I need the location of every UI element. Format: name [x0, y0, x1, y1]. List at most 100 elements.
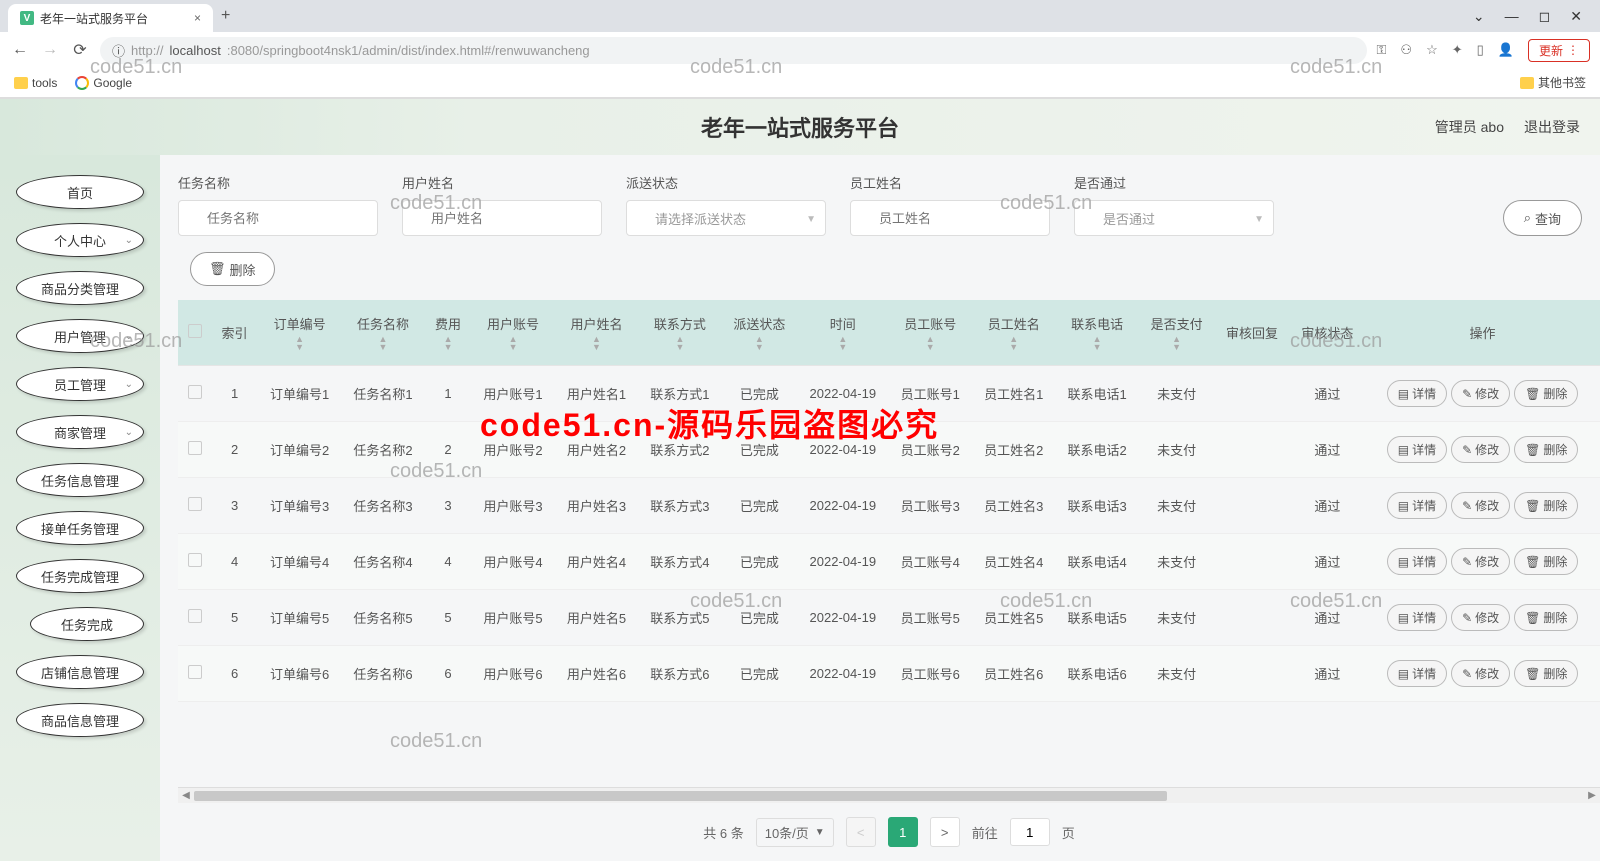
- star-icon[interactable]: ☆: [1426, 42, 1438, 58]
- column-header[interactable]: 任务名称▲▼: [341, 300, 424, 366]
- row-delete-button[interactable]: 🗑删除: [1514, 380, 1578, 407]
- reload-icon[interactable]: ⟳: [70, 40, 90, 60]
- horizontal-scrollbar[interactable]: ◀ ▶: [178, 787, 1600, 803]
- column-header[interactable]: 派送状态▲▼: [722, 300, 797, 366]
- page-size-select[interactable]: 10条/页▼: [756, 818, 834, 847]
- logout-link[interactable]: 退出登录: [1524, 117, 1580, 137]
- sidebar-item[interactable]: 个人中心⌄: [16, 223, 144, 257]
- detail-button[interactable]: ▤详情: [1387, 548, 1447, 575]
- edit-button[interactable]: ✎修改: [1451, 604, 1510, 631]
- pass-select[interactable]: 是否通过: [1074, 200, 1274, 236]
- close-window-icon[interactable]: ✕: [1570, 8, 1582, 25]
- goto-page-input[interactable]: [1010, 818, 1050, 846]
- column-header[interactable]: 审核状态: [1290, 300, 1365, 366]
- detail-button[interactable]: ▤详情: [1387, 604, 1447, 631]
- browser-tab[interactable]: V 老年一站式服务平台 ×: [8, 4, 213, 32]
- sort-icon[interactable]: ▲▼: [479, 335, 546, 351]
- row-checkbox[interactable]: [188, 385, 202, 399]
- sort-icon[interactable]: ▲▼: [1147, 335, 1206, 351]
- row-delete-button[interactable]: 🗑删除: [1514, 436, 1578, 463]
- detail-button[interactable]: ▤详情: [1387, 436, 1447, 463]
- edit-button[interactable]: ✎修改: [1451, 548, 1510, 575]
- sort-icon[interactable]: ▲▼: [563, 335, 630, 351]
- panel-icon[interactable]: ▯: [1477, 42, 1484, 58]
- detail-button[interactable]: ▤详情: [1387, 380, 1447, 407]
- task-name-input[interactable]: [178, 200, 378, 236]
- key-icon[interactable]: ⚿: [1377, 42, 1387, 58]
- edit-button[interactable]: ✎修改: [1451, 492, 1510, 519]
- maximize-icon[interactable]: ◻: [1539, 8, 1551, 25]
- sort-icon[interactable]: ▲▼: [1063, 335, 1130, 351]
- scrollbar-thumb[interactable]: [194, 791, 1167, 801]
- column-header[interactable]: 员工账号▲▼: [889, 300, 972, 366]
- delete-button[interactable]: 🗑删除: [190, 252, 275, 286]
- row-checkbox[interactable]: [188, 553, 202, 567]
- emp-name-input[interactable]: [850, 200, 1050, 236]
- column-header[interactable]: 是否支付▲▼: [1139, 300, 1214, 366]
- edit-button[interactable]: ✎修改: [1451, 660, 1510, 687]
- column-header[interactable]: 用户账号▲▼: [471, 300, 554, 366]
- sidebar-item[interactable]: 商家管理⌄: [16, 415, 144, 449]
- column-header[interactable]: 审核回复: [1214, 300, 1289, 366]
- close-tab-icon[interactable]: ×: [194, 11, 201, 25]
- edit-button[interactable]: ✎修改: [1451, 436, 1510, 463]
- row-checkbox[interactable]: [188, 441, 202, 455]
- sidebar-item[interactable]: 商品分类管理: [16, 271, 144, 305]
- sort-icon[interactable]: ▲▼: [805, 335, 880, 351]
- edit-button[interactable]: ✎修改: [1451, 380, 1510, 407]
- sidebar-item[interactable]: 用户管理⌄: [16, 319, 144, 353]
- translate-icon[interactable]: ⚇: [1400, 42, 1412, 58]
- query-button[interactable]: ⌕查询: [1503, 200, 1582, 236]
- detail-button[interactable]: ▤详情: [1387, 492, 1447, 519]
- next-page-button[interactable]: >: [930, 817, 960, 847]
- update-button[interactable]: 更新 ⋮: [1528, 39, 1590, 62]
- prev-page-button[interactable]: <: [846, 817, 876, 847]
- user-name-input[interactable]: [402, 200, 602, 236]
- sort-icon[interactable]: ▲▼: [897, 335, 964, 351]
- sidebar-item[interactable]: 店铺信息管理: [16, 655, 144, 689]
- delivery-status-select[interactable]: 请选择派送状态: [626, 200, 826, 236]
- new-tab-button[interactable]: +: [221, 7, 230, 25]
- sidebar-item[interactable]: 任务信息管理: [16, 463, 144, 497]
- column-header[interactable]: 费用▲▼: [425, 300, 472, 366]
- minimize-icon[interactable]: —: [1505, 8, 1519, 25]
- page-number[interactable]: 1: [888, 817, 918, 847]
- column-header[interactable]: 时间▲▼: [797, 300, 888, 366]
- admin-label[interactable]: 管理员 abo: [1435, 117, 1504, 137]
- column-header[interactable]: 订单编号▲▼: [258, 300, 341, 366]
- sort-icon[interactable]: ▲▼: [646, 335, 713, 351]
- detail-button[interactable]: ▤详情: [1387, 660, 1447, 687]
- sort-icon[interactable]: ▲▼: [730, 335, 789, 351]
- forward-icon[interactable]: →: [40, 41, 60, 59]
- row-delete-button[interactable]: 🗑删除: [1514, 548, 1578, 575]
- select-all-checkbox[interactable]: [188, 324, 202, 338]
- bookmark-tools[interactable]: tools: [14, 76, 57, 90]
- sidebar-item[interactable]: 商品信息管理: [16, 703, 144, 737]
- back-icon[interactable]: ←: [10, 41, 30, 59]
- profile-icon[interactable]: 👤: [1498, 42, 1514, 58]
- sidebar-item[interactable]: 任务完成: [30, 607, 144, 641]
- column-header[interactable]: 员工姓名▲▼: [972, 300, 1055, 366]
- sort-icon[interactable]: ▲▼: [349, 335, 416, 351]
- row-delete-button[interactable]: 🗑删除: [1514, 604, 1578, 631]
- scroll-left-icon[interactable]: ◀: [178, 790, 194, 801]
- sidebar-item[interactable]: 员工管理⌄: [16, 367, 144, 401]
- sort-icon[interactable]: ▲▼: [433, 335, 464, 351]
- row-checkbox[interactable]: [188, 665, 202, 679]
- sort-icon[interactable]: ▲▼: [980, 335, 1047, 351]
- column-header[interactable]: 用户姓名▲▼: [555, 300, 638, 366]
- sidebar-item[interactable]: 首页: [16, 175, 144, 209]
- extension-icon[interactable]: ✦: [1452, 42, 1463, 58]
- sidebar-item[interactable]: 任务完成管理: [16, 559, 144, 593]
- column-header[interactable]: 联系方式▲▼: [638, 300, 721, 366]
- row-checkbox[interactable]: [188, 497, 202, 511]
- column-header[interactable]: 联系电话▲▼: [1055, 300, 1138, 366]
- row-checkbox[interactable]: [188, 609, 202, 623]
- sidebar-item[interactable]: 接单任务管理: [16, 511, 144, 545]
- bookmark-other[interactable]: 其他书签: [1520, 74, 1586, 91]
- row-delete-button[interactable]: 🗑删除: [1514, 660, 1578, 687]
- url-input[interactable]: ⓘ http://localhost:8080/springboot4nsk1/…: [100, 37, 1367, 64]
- row-delete-button[interactable]: 🗑删除: [1514, 492, 1578, 519]
- bookmark-google[interactable]: Google: [75, 76, 132, 90]
- scroll-right-icon[interactable]: ▶: [1584, 790, 1600, 801]
